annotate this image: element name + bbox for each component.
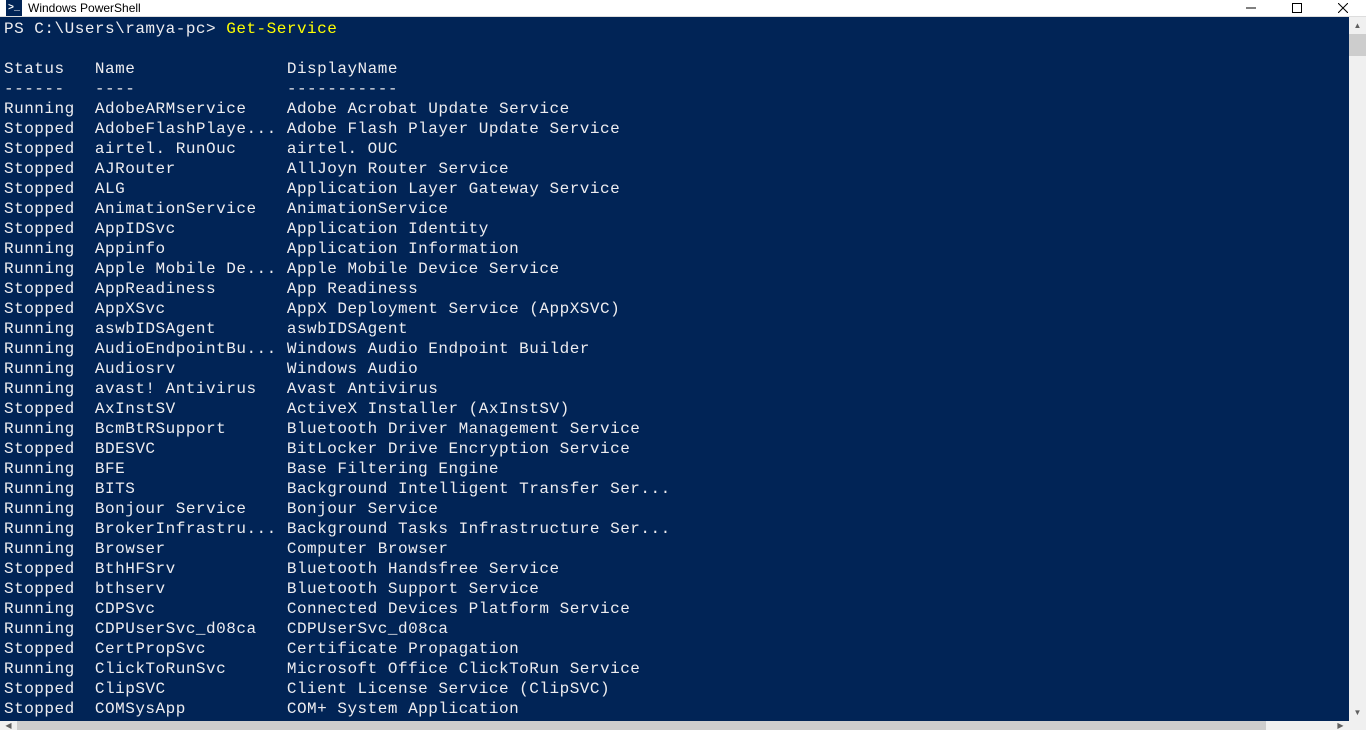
vertical-scroll-track[interactable]: [1349, 34, 1366, 704]
horizontal-scroll-thumb[interactable]: [17, 721, 1266, 730]
window-title: Windows PowerShell: [28, 1, 1228, 15]
scroll-up-arrow[interactable]: ▲: [1349, 17, 1366, 34]
close-button[interactable]: [1320, 0, 1366, 16]
window-titlebar: >_ Windows PowerShell: [0, 0, 1366, 17]
horizontal-scrollbar[interactable]: ◀ ▶: [0, 721, 1366, 730]
horizontal-scroll-track[interactable]: [17, 721, 1332, 730]
window-controls: [1228, 0, 1366, 16]
powershell-icon: >_: [6, 0, 22, 16]
scroll-right-arrow[interactable]: ▶: [1332, 721, 1349, 730]
terminal-output[interactable]: PS C:\Users\ramya-pc> Get-Service Status…: [0, 17, 1349, 721]
powershell-icon-glyph: >_: [8, 3, 20, 14]
vertical-scroll-thumb[interactable]: [1349, 34, 1366, 56]
scrollbar-corner: [1349, 721, 1366, 730]
scroll-down-arrow[interactable]: ▼: [1349, 704, 1366, 721]
scroll-left-arrow[interactable]: ◀: [0, 721, 17, 730]
vertical-scrollbar[interactable]: ▲ ▼: [1349, 17, 1366, 721]
terminal-area: PS C:\Users\ramya-pc> Get-Service Status…: [0, 17, 1366, 721]
maximize-button[interactable]: [1274, 0, 1320, 16]
minimize-button[interactable]: [1228, 0, 1274, 16]
